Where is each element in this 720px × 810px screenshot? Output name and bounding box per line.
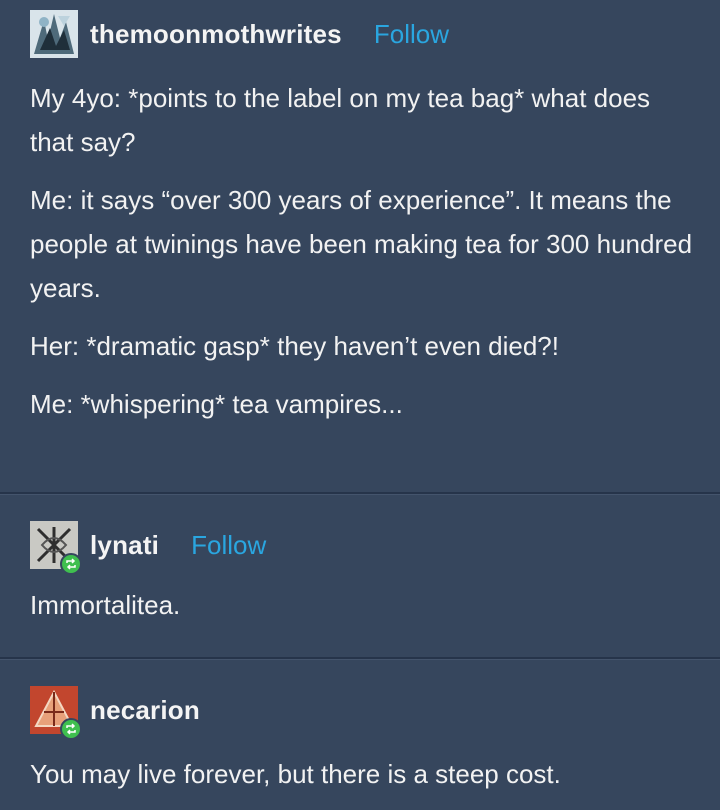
post-header: necarion — [30, 686, 200, 740]
avatar-image — [30, 10, 78, 58]
reblog-icon — [60, 718, 82, 740]
post-paragraph: Immortalitea. — [30, 590, 181, 620]
post-paragraph: Me: *whispering* tea vampires... — [30, 389, 403, 419]
post-lynati: lynati Follow Immortalitea. — [0, 495, 720, 657]
post-paragraph: Me: it says “over 300 years of experienc… — [30, 185, 693, 303]
reblog-icon — [60, 553, 82, 575]
avatar[interactable] — [30, 10, 78, 58]
follow-button[interactable]: Follow — [191, 530, 266, 561]
post-necarion: necarion You may live forever, but there… — [0, 660, 720, 810]
username[interactable]: necarion — [90, 695, 200, 726]
follow-button[interactable]: Follow — [374, 19, 449, 50]
post-body: My 4yo: *points to the label on my tea b… — [30, 76, 700, 440]
post-paragraph: You may live forever, but there is a ste… — [30, 759, 561, 789]
post-header: lynati Follow — [30, 521, 266, 575]
post-body: Immortalitea. — [30, 583, 700, 641]
post-paragraph: My 4yo: *points to the label on my tea b… — [30, 83, 651, 157]
username[interactable]: themoonmothwrites — [90, 19, 342, 50]
post-themoonmothwrites: themoonmothwrites Follow My 4yo: *points… — [0, 0, 720, 492]
post-body: You may live forever, but there is a ste… — [30, 752, 700, 810]
avatar[interactable] — [30, 521, 82, 575]
username[interactable]: lynati — [90, 530, 159, 561]
avatar[interactable] — [30, 686, 82, 740]
post-paragraph: Her: *dramatic gasp* they haven’t even d… — [30, 331, 559, 361]
post-header: themoonmothwrites Follow — [30, 10, 449, 58]
